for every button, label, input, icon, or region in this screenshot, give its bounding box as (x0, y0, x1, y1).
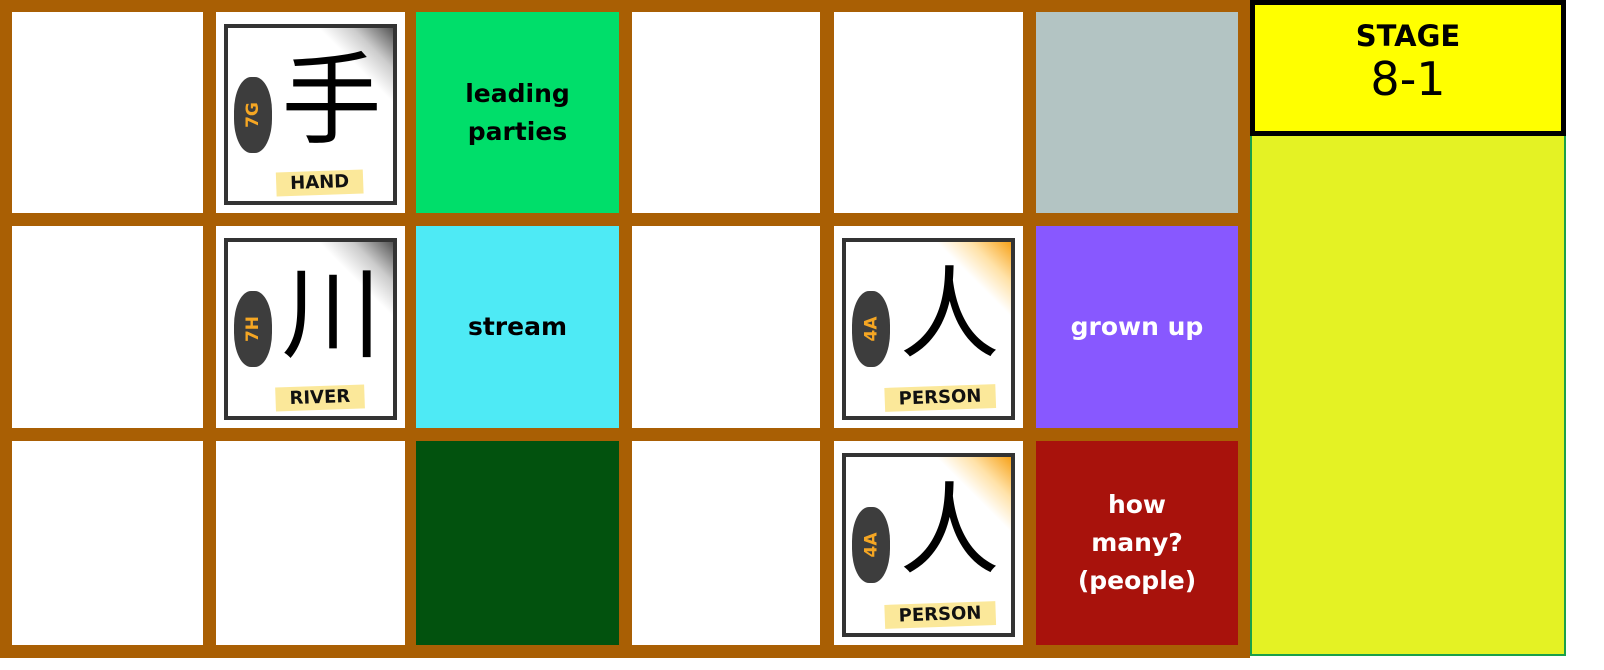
cloud-icon: 7G (234, 76, 272, 153)
cell-r1c1[interactable]: 7H 川 RIVER (216, 226, 405, 428)
cell-r1c0[interactable] (12, 226, 203, 428)
stage-label: STAGE (1355, 19, 1461, 53)
cell-r0c1[interactable]: 7G 手 HAND (216, 12, 405, 213)
kanji-glyph: 人 (899, 472, 1000, 589)
meaning-text: grown up (1070, 312, 1204, 341)
meaning-text: how many? (people) (1077, 490, 1197, 595)
cloud-icon: 4A (852, 291, 890, 367)
card-label: RIVER (274, 384, 365, 412)
kanji-glyph: 手 (281, 41, 382, 159)
card-label: PERSON (883, 384, 996, 412)
cell-r0c3[interactable] (632, 12, 820, 213)
cell-r0c2[interactable]: leading parties (416, 12, 619, 213)
kanji-glyph: 人 (899, 256, 1000, 373)
card-label: PERSON (883, 601, 996, 629)
stage-indicator: STAGE 8-1 (1250, 0, 1566, 136)
cloud-icon: 4A (852, 507, 890, 583)
kanji-card-river[interactable]: 7H 川 RIVER (224, 238, 397, 420)
stage-number: 8-1 (1370, 52, 1446, 106)
kanji-card-person[interactable]: 4A 人 PERSON (842, 238, 1015, 420)
game-board: 7G 手 HAND leading parties 7H 川 RIVER str… (0, 0, 1250, 658)
cell-r1c4[interactable]: 4A 人 PERSON (834, 226, 1023, 428)
cell-r2c3[interactable] (632, 441, 820, 645)
cell-r1c3[interactable] (632, 226, 820, 428)
cell-r0c0[interactable] (12, 12, 203, 213)
card-code: 4A (861, 532, 881, 558)
cell-r0c5[interactable] (1036, 12, 1238, 213)
cell-r1c5[interactable]: grown up (1036, 226, 1238, 428)
cell-r1c2[interactable]: stream (416, 226, 619, 428)
cell-r0c4[interactable] (834, 12, 1023, 213)
meaning-text: stream (467, 312, 568, 341)
meaning-text: leading parties (465, 78, 570, 146)
kanji-card-hand[interactable]: 7G 手 HAND (224, 24, 397, 205)
cloud-icon: 7H (234, 291, 272, 367)
card-code: 4A (861, 316, 881, 342)
cell-r2c0[interactable] (12, 441, 203, 645)
kanji-glyph: 川 (281, 256, 382, 373)
cell-r2c5[interactable]: how many? (people) (1036, 441, 1238, 645)
card-code: 7H (243, 315, 263, 343)
card-label: HAND (275, 169, 364, 197)
cell-r2c1[interactable] (216, 441, 405, 645)
cell-r2c4[interactable]: 4A 人 PERSON (834, 441, 1023, 645)
cell-r2c2[interactable] (416, 441, 619, 645)
card-code: 7G (242, 101, 263, 128)
kanji-card-person[interactable]: 4A 人 PERSON (842, 453, 1015, 637)
